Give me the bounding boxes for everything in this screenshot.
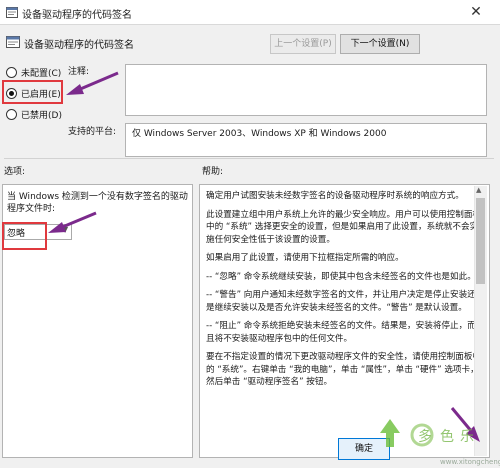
scroll-up-icon[interactable]: ▲ xyxy=(476,186,481,194)
comment-textarea[interactable] xyxy=(125,64,487,116)
supported-platform-field: 仅 Windows Server 2003、Windows XP 和 Windo… xyxy=(125,123,487,157)
setting-icon xyxy=(6,36,20,48)
setting-title: 设备驱动程序的代码签名 xyxy=(24,40,134,51)
svg-text:乐: 乐 xyxy=(460,429,474,445)
options-label: 选项: xyxy=(4,167,26,177)
help-paragraph: -- “警告” 向用户通知未经数字签名的文件，并让用户决定是停止安装还是继续安装… xyxy=(206,290,476,313)
radio-circle[interactable] xyxy=(6,66,17,78)
svg-text:多: 多 xyxy=(418,428,432,445)
supported-platform-label: 支持的平台: xyxy=(68,127,117,137)
previous-setting-button[interactable]: 上一个设置(P) xyxy=(270,34,336,54)
help-paragraph: 确定用户试图安装未经数字签名的设备驱动程序时系统的响应方式。 xyxy=(206,191,464,201)
help-paragraph: -- “阻止” 命令系统拒绝安装未经签名的文件。结果是，安装将停止，而且将不安装… xyxy=(206,321,476,344)
help-paragraph: -- “忽略” 命令系统继续安装，即使其中包含未经签名的文件也是如此。 xyxy=(206,271,476,282)
next-setting-button[interactable]: 下一个设置(N) xyxy=(340,34,420,54)
help-paragraph: 如果启用了此设置，请使用下拉框指定所需的响应。 xyxy=(206,253,404,263)
radio-circle[interactable] xyxy=(6,108,17,120)
comment-label: 注释: xyxy=(68,67,90,77)
options-description: 当 Windows 检测到一个没有数字签名的驱动程序文件时: xyxy=(7,192,188,214)
help-label: 帮助: xyxy=(202,167,224,177)
window-title: 设备驱动程序的代码签名 xyxy=(22,10,132,21)
chevron-down-icon[interactable]: ▼ xyxy=(62,225,68,234)
select-highlight-box xyxy=(2,222,47,250)
watermark-url: www.xitongcheng.com xyxy=(440,458,500,466)
scroll-thumb[interactable] xyxy=(476,198,485,284)
help-paragraph: 要在不指定设置的情况下更改驱动程序文件的安全性，请使用控制面板中的 “系统”。右… xyxy=(206,352,482,387)
radio-label: 已禁用(D) xyxy=(21,110,62,121)
enabled-highlight-box xyxy=(2,80,63,104)
radio-label: 未配置(C) xyxy=(21,68,62,79)
divider xyxy=(4,158,494,159)
radio-not-configured[interactable]: 未配置(C) xyxy=(6,65,61,79)
help-paragraph: 此设置建立组中用户系统上允许的最少安全响应。用户可以使用控制面板中的 “系统” … xyxy=(206,209,482,245)
policy-icon xyxy=(6,7,18,18)
close-button[interactable]: ✕ xyxy=(454,1,498,23)
radio-disabled[interactable]: 已禁用(D) xyxy=(6,107,62,121)
svg-text:色: 色 xyxy=(440,428,454,445)
